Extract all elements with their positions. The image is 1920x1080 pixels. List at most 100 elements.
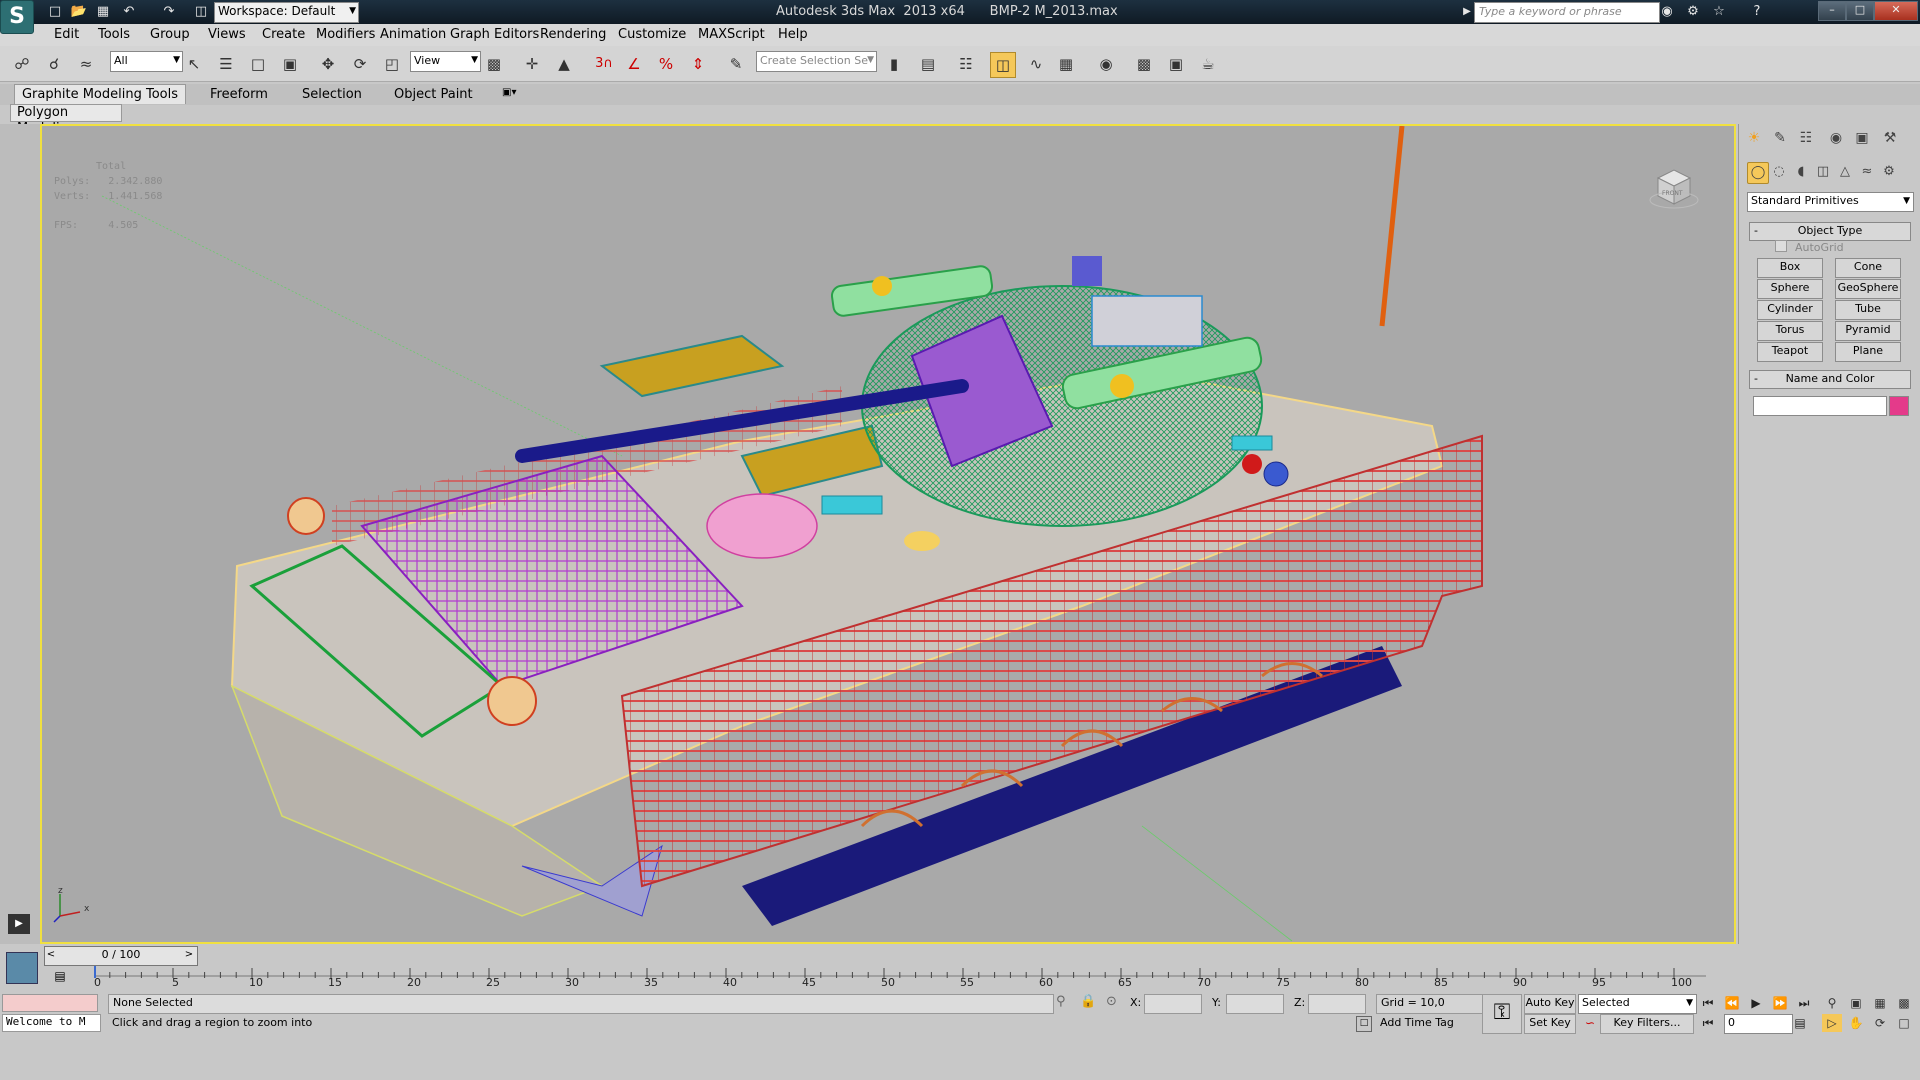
torus-button[interactable]: Torus [1757, 321, 1823, 341]
render-production-icon[interactable]: ☕ [1196, 52, 1220, 76]
maximize-viewport-icon[interactable]: □ [1894, 1014, 1914, 1032]
object-color-swatch[interactable] [1889, 396, 1909, 416]
keyboard-shortcut-icon[interactable]: ▲ [552, 52, 576, 76]
pyramid-button[interactable]: Pyramid [1835, 321, 1901, 341]
minimize-button[interactable]: – [1818, 1, 1846, 21]
helpers-icon[interactable]: △ [1835, 162, 1855, 182]
time-slider[interactable]: 0 / 100 [44, 946, 198, 966]
render-setup-icon[interactable]: ▩ [1132, 52, 1156, 76]
time-config-icon[interactable]: ▤ [1790, 1014, 1810, 1032]
teapot-button[interactable]: Teapot [1757, 342, 1823, 362]
panel-polygon-modeling[interactable]: Polygon Modeling [10, 104, 122, 136]
workspace-dropdown[interactable]: Workspace: Default ▼ [214, 2, 359, 23]
menu-edit[interactable]: Edit [54, 27, 79, 42]
category-dropdown[interactable]: Standard Primitives ▼ [1747, 192, 1914, 212]
x-coordinate-field[interactable] [1144, 994, 1202, 1014]
scale-icon[interactable]: ◰ [380, 52, 404, 76]
cameras-icon[interactable]: ◫ [1813, 162, 1833, 182]
edit-named-selection-icon[interactable]: ✎ [724, 52, 748, 76]
app-logo-icon[interactable]: S [0, 0, 34, 34]
menu-tools[interactable]: Tools [98, 27, 130, 42]
bind-space-warp-icon[interactable]: ≈ [74, 52, 98, 76]
menu-modifiers[interactable]: Modifiers [316, 27, 375, 42]
zoom-all-icon[interactable]: ▣ [1846, 994, 1866, 1012]
autogrid-checkbox[interactable]: AutoGrid [1775, 240, 1844, 254]
tab-object-paint[interactable]: Object Paint [394, 87, 473, 102]
schematic-view-icon[interactable]: ▦ [1054, 52, 1078, 76]
pivot-center-icon[interactable]: ▩ [482, 52, 506, 76]
plane-button[interactable]: Plane [1835, 342, 1901, 362]
bmp2-wireframe-model[interactable] [42, 126, 1734, 942]
previous-key-icon[interactable]: ⏪ [1722, 994, 1742, 1012]
menu-graph-editors[interactable]: Graph Editors [450, 27, 539, 42]
material-editor-icon[interactable]: ◉ [1094, 52, 1118, 76]
save-file-icon[interactable]: ▦ [94, 3, 112, 21]
zoom-icon[interactable]: ⚲ [1822, 994, 1842, 1012]
selection-filter-dropdown[interactable]: All ▼ [110, 51, 183, 72]
modify-tab-icon[interactable]: ✎ [1769, 128, 1791, 148]
set-key-icon[interactable]: ⚿ [1482, 994, 1522, 1034]
menu-customize[interactable]: Customize [618, 27, 686, 42]
cone-button[interactable]: Cone [1835, 258, 1901, 278]
hierarchy-tab-icon[interactable]: ☷ [1795, 128, 1817, 148]
absolute-mode-icon[interactable]: ⊙ [1106, 994, 1117, 1009]
help-icon[interactable]: ? [1748, 3, 1766, 21]
rect-selection-icon[interactable]: □ [246, 52, 270, 76]
select-object-icon[interactable]: ↖ [182, 52, 206, 76]
rendered-frame-icon[interactable]: ▣ [1164, 52, 1188, 76]
perspective-viewport[interactable]: Total Polys: 2.342.880 Verts: 1.441.568 … [40, 124, 1736, 944]
geosphere-button[interactable]: GeoSphere [1835, 279, 1901, 299]
open-file-icon[interactable]: 📂 [70, 3, 88, 21]
ribbon-options-icon[interactable]: ▣▾ [502, 87, 516, 98]
y-coordinate-field[interactable] [1226, 994, 1284, 1014]
ref-coord-dropdown[interactable]: View ▼ [410, 51, 481, 72]
display-tab-icon[interactable]: ▣ [1851, 128, 1873, 148]
z-coordinate-field[interactable] [1308, 994, 1366, 1014]
menu-create[interactable]: Create [262, 27, 305, 42]
layer-manager-icon[interactable]: ☷ [954, 52, 978, 76]
maxscript-listener-input[interactable] [2, 994, 98, 1012]
undo-icon[interactable]: ↶ [120, 3, 138, 21]
geometry-icon[interactable]: ◯ [1747, 162, 1769, 184]
align-icon[interactable]: ▤ [916, 52, 940, 76]
current-frame-field[interactable]: 0 [1724, 1014, 1793, 1034]
subscription-icon[interactable]: ⚙ [1684, 3, 1702, 21]
systems-icon[interactable]: ⚙ [1879, 162, 1899, 182]
percent-snap-icon[interactable]: % [654, 52, 678, 76]
menu-group[interactable]: Group [150, 27, 190, 42]
lights-icon[interactable]: ◖ [1791, 162, 1811, 182]
mini-curve-editor-icon[interactable]: ▤ [48, 966, 72, 986]
next-key-icon[interactable]: ⏩ [1770, 994, 1790, 1012]
key-mode-icon[interactable]: ∽ [1580, 1014, 1600, 1032]
key-mode-toggle-icon[interactable]: ⏮ [1698, 1014, 1718, 1032]
angle-snap-icon[interactable]: ∠ [622, 52, 646, 76]
orbit-icon[interactable]: ⟳ [1870, 1014, 1890, 1032]
tab-selection[interactable]: Selection [302, 87, 362, 102]
snaps-toggle-icon[interactable]: 3∩ [592, 52, 616, 76]
window-crossing-icon[interactable]: ▣ [278, 52, 302, 76]
create-tab-icon[interactable]: ☀ [1743, 128, 1765, 148]
menu-help[interactable]: Help [778, 27, 808, 42]
named-selection-dropdown[interactable]: Create Selection Se ▼ [756, 51, 877, 72]
close-button[interactable]: ✕ [1874, 1, 1918, 21]
box-button[interactable]: Box [1757, 258, 1823, 278]
unlink-icon[interactable]: ☌ [42, 52, 66, 76]
sphere-button[interactable]: Sphere [1757, 279, 1823, 299]
prev-frame-icon[interactable]: < [44, 946, 58, 964]
tab-graphite-modeling-tools[interactable]: Graphite Modeling Tools [14, 84, 186, 104]
menu-animation[interactable]: Animation [380, 27, 446, 42]
add-time-tag-button[interactable]: Add Time Tag [1376, 1015, 1482, 1033]
key-filters-button[interactable]: Key Filters... [1600, 1014, 1694, 1034]
play-icon[interactable]: ▶ [8, 914, 30, 934]
zoom-extents-all-icon[interactable]: ▩ [1894, 994, 1914, 1012]
time-tag-icon[interactable]: □ [1356, 1016, 1372, 1032]
curve-editor-icon[interactable]: ∿ [1024, 52, 1048, 76]
move-icon[interactable]: ✥ [316, 52, 340, 76]
lock-selection-icon[interactable]: 🔒 [1080, 994, 1096, 1009]
spinner-snap-icon[interactable]: ⇕ [686, 52, 710, 76]
next-frame-icon[interactable]: > [182, 946, 196, 964]
select-by-name-icon[interactable]: ☰ [214, 52, 238, 76]
tube-button[interactable]: Tube [1835, 300, 1901, 320]
utilities-tab-icon[interactable]: ⚒ [1879, 128, 1901, 148]
tab-freeform[interactable]: Freeform [210, 87, 268, 102]
